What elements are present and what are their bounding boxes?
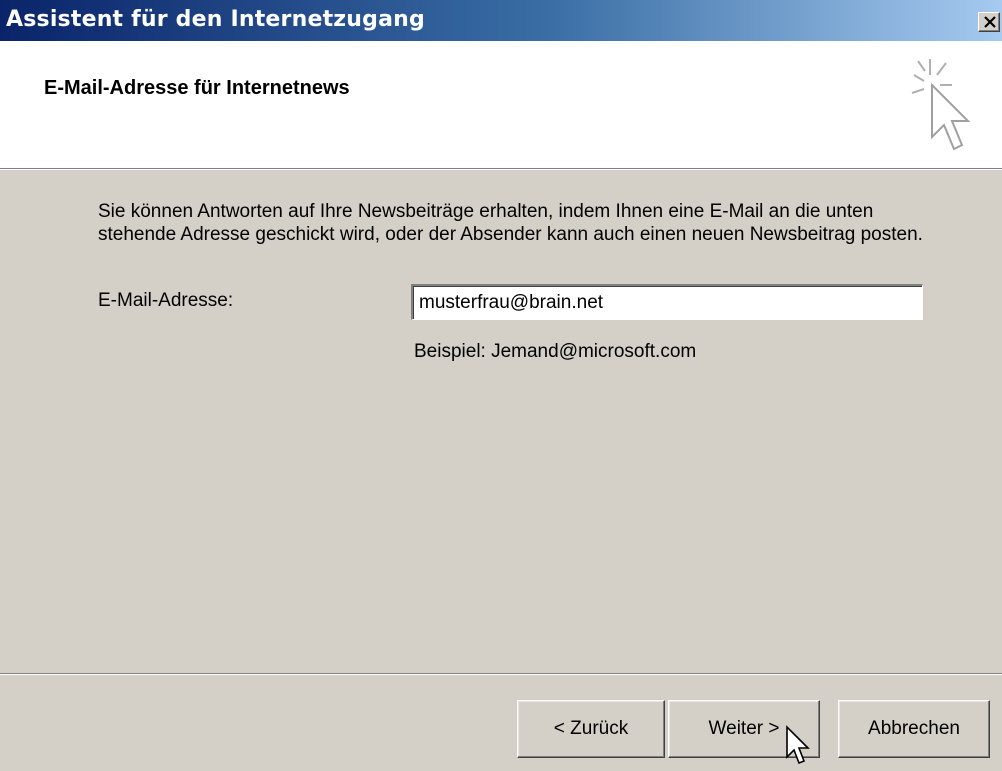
wizard-header: E-Mail-Adresse für Internetnews	[0, 41, 1002, 170]
example-hint: Beispiel: Jemand@microsoft.com	[414, 341, 697, 362]
back-button[interactable]: < Zurück	[517, 700, 665, 758]
close-button[interactable]	[978, 12, 1000, 32]
wizard-window: Assistent für den Internetzugang E-Mail-…	[0, 0, 1002, 771]
title-bar: Assistent für den Internetzugang	[0, 0, 1002, 41]
wizard-sparkle-cursor-icon	[911, 59, 971, 151]
footer-divider	[0, 673, 1002, 675]
page-title: E-Mail-Adresse für Internetnews	[44, 77, 350, 99]
description-text: Sie können Antworten auf Ihre Newsbeiträ…	[98, 201, 923, 245]
mouse-cursor-icon	[786, 725, 810, 765]
email-field[interactable]	[411, 284, 923, 320]
email-label: E-Mail-Adresse:	[98, 290, 234, 311]
close-icon	[984, 16, 996, 28]
window-title: Assistent für den Internetzugang	[6, 7, 425, 32]
cancel-button[interactable]: Abbrechen	[838, 700, 990, 758]
